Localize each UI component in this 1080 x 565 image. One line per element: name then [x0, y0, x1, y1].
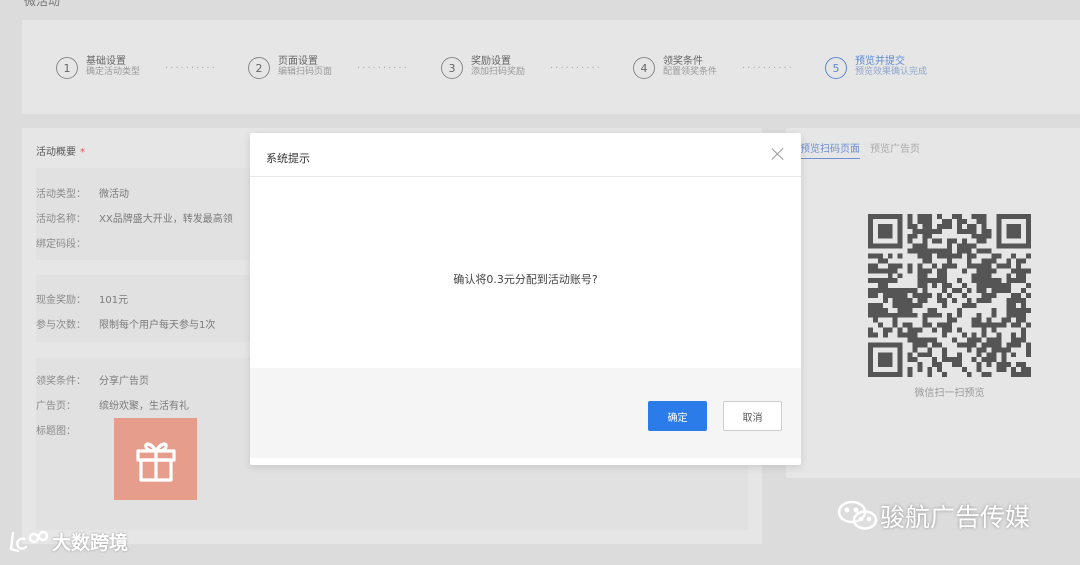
- watermark-logo-icon: [9, 530, 49, 552]
- watermark-right-text: 骏航广告传媒: [880, 503, 1031, 532]
- qr-caption: 微信扫一扫预览: [914, 388, 985, 399]
- row-label: 广告页：: [36, 401, 76, 412]
- dialog-footer: 确定 取消: [250, 368, 801, 458]
- step-number: 4: [633, 57, 655, 79]
- preview-panel: 预览扫码页面 预览广告页 微信扫一扫预览: [786, 128, 1080, 478]
- step-number: 5: [825, 57, 847, 79]
- step-connector: ··········: [357, 63, 409, 74]
- summary-row-cash: 现金奖励： 101元: [36, 291, 128, 306]
- row-label: 活动类型：: [36, 189, 86, 200]
- step-connector: ··········: [165, 63, 217, 74]
- step-subtitle: 预览效果确认完成: [855, 67, 928, 77]
- step-subtitle: 编辑扫码页面: [278, 67, 333, 77]
- required-mark: *: [80, 147, 85, 158]
- summary-row-code: 绑定码段：: [36, 235, 99, 250]
- step-subtitle: 配置领奖条件: [663, 67, 718, 77]
- wechat-icon: [837, 500, 878, 530]
- watermark-left-text: 大数跨境: [52, 532, 129, 554]
- tab-preview-scan-page[interactable]: 预览扫码页面: [800, 140, 860, 159]
- qr-code: [868, 214, 1031, 377]
- step-subtitle: 添加扫码奖励: [471, 67, 526, 77]
- step-number: 2: [248, 57, 270, 79]
- step-preview-submit[interactable]: 5 预览并提交 预览效果确认完成: [825, 56, 927, 79]
- step-title: 预览并提交: [855, 56, 905, 67]
- confirm-button[interactable]: 确定: [648, 401, 707, 431]
- gift-icon: [135, 442, 176, 482]
- row-label: 现金奖励：: [36, 295, 86, 306]
- step-basic-settings[interactable]: 1 基础设置 确定活动类型: [56, 56, 140, 79]
- step-claim-conditions[interactable]: 4 领奖条件 配置领奖条件: [633, 56, 717, 79]
- row-label: 标题图：: [36, 426, 76, 437]
- steps-bar: 1 基础设置 确定活动类型 ·········· 2 页面设置 编辑扫码页面 ·…: [22, 20, 1080, 114]
- watermark-left: 大数跨境: [8, 528, 128, 555]
- summary-title-text: 活动概要: [36, 147, 76, 158]
- summary-row-type: 活动类型： 微活动: [36, 185, 129, 200]
- step-title: 领奖条件: [663, 56, 703, 67]
- dialog-message: 确认将0.3元分配到活动账号?: [453, 273, 598, 286]
- step-title: 奖励设置: [471, 56, 511, 67]
- row-value: 缤纷欢聚，生活有礼: [99, 401, 189, 412]
- row-value: 101元: [99, 295, 129, 306]
- row-value: 微活动: [99, 189, 129, 200]
- step-connector: ··········: [742, 63, 794, 74]
- preview-tabs: 预览扫码页面 预览广告页: [800, 140, 920, 159]
- dialog-header: 系统提示: [250, 133, 801, 177]
- summary-row-cover: 标题图：: [36, 422, 99, 437]
- row-value: 分享广告页: [99, 376, 149, 387]
- step-title: 基础设置: [86, 56, 126, 67]
- row-label: 绑定码段：: [36, 239, 86, 250]
- step-connector: ··········: [550, 63, 602, 74]
- watermark-right: 骏航广告传媒: [836, 498, 1030, 534]
- dialog-title: 系统提示: [266, 152, 310, 165]
- confirm-dialog: 系统提示 确认将0.3元分配到活动账号? 确定 取消: [250, 133, 801, 465]
- summary-row-condition: 领奖条件： 分享广告页: [36, 372, 149, 387]
- tab-preview-ad-page[interactable]: 预览广告页: [870, 140, 920, 159]
- close-icon[interactable]: [769, 145, 787, 163]
- summary-row-adpage: 广告页： 缤纷欢聚，生活有礼: [36, 397, 189, 412]
- cover-image: [114, 418, 197, 500]
- row-label: 活动名称：: [36, 214, 86, 225]
- summary-title: 活动概要 *: [36, 143, 85, 158]
- step-page-settings[interactable]: 2 页面设置 编辑扫码页面: [248, 56, 332, 79]
- step-number: 1: [56, 57, 78, 79]
- page-heading: 微活动: [24, 0, 61, 8]
- step-reward-settings[interactable]: 3 奖励设置 添加扫码奖励: [441, 56, 525, 79]
- row-value: 限制每个用户每天参与1次: [99, 320, 216, 331]
- summary-row-times: 参与次数： 限制每个用户每天参与1次: [36, 316, 215, 331]
- cancel-button[interactable]: 取消: [723, 401, 782, 431]
- step-number: 3: [441, 57, 463, 79]
- step-subtitle: 确定活动类型: [86, 67, 141, 77]
- row-label: 领奖条件：: [36, 376, 86, 387]
- row-label: 参与次数：: [36, 320, 86, 331]
- summary-row-name: 活动名称： XX品牌盛大开业，转发最高领: [36, 210, 233, 225]
- step-title: 页面设置: [278, 56, 318, 67]
- row-value: XX品牌盛大开业，转发最高领: [99, 214, 233, 225]
